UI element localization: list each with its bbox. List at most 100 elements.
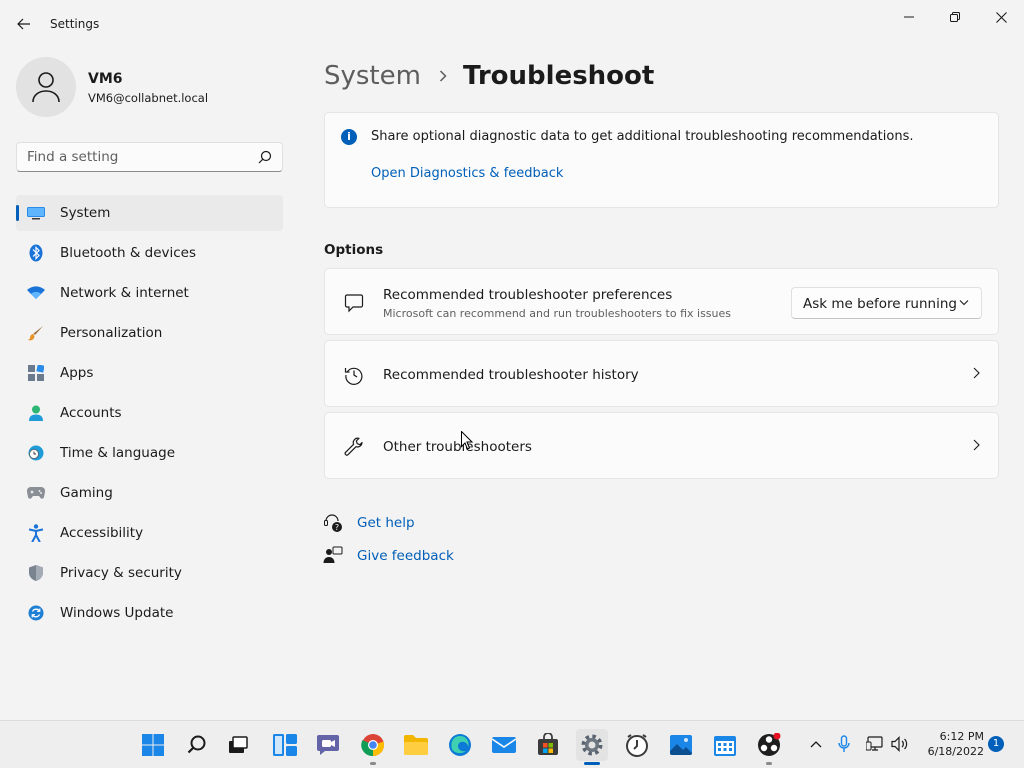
task-view-button[interactable] — [222, 729, 254, 761]
search-input[interactable] — [17, 143, 247, 171]
photos-icon — [670, 735, 692, 755]
info-icon: i — [341, 129, 357, 145]
update-icon — [27, 604, 45, 622]
sidebar-item-gaming[interactable]: Gaming — [16, 475, 283, 511]
chevron-up-icon — [810, 741, 822, 748]
store-icon — [538, 733, 558, 755]
maximize-button[interactable] — [932, 4, 978, 30]
chevron-right-icon — [973, 367, 980, 379]
sidebar-item-bluetooth[interactable]: Bluetooth & devices — [16, 235, 283, 271]
user-icon — [32, 72, 60, 103]
clock-time: 6:12 PM — [939, 730, 984, 743]
monitor-icon — [27, 204, 45, 222]
chrome-icon — [361, 734, 385, 757]
teams-chat-icon — [317, 735, 339, 755]
taskbar — [0, 720, 1024, 768]
clock-app-icon — [626, 734, 648, 757]
sidebar-nav: System Bluetooth & devices Network & int… — [16, 195, 283, 635]
obs-button[interactable] — [753, 729, 785, 765]
row-title: Recommended troubleshooter preferences — [383, 287, 673, 303]
title-bar: Settings — [0, 0, 1024, 48]
teams-chat-button[interactable] — [312, 729, 344, 761]
minimize-icon — [904, 16, 914, 18]
profile-email: VM6@collabnet.local — [88, 91, 209, 105]
sidebar-item-apps[interactable]: Apps — [16, 355, 283, 391]
apps-icon — [27, 364, 45, 382]
mail-button[interactable] — [488, 729, 520, 761]
get-help-link[interactable]: Get help — [357, 515, 415, 531]
give-feedback-link[interactable]: Give feedback — [357, 548, 454, 564]
accessibility-icon — [27, 524, 45, 542]
svg-text:?: ? — [335, 523, 339, 532]
file-explorer-button[interactable] — [400, 729, 432, 761]
close-button[interactable] — [978, 4, 1024, 30]
sidebar-item-privacy[interactable]: Privacy & security — [16, 555, 283, 591]
get-help-icon: ? — [324, 514, 342, 532]
minimize-button[interactable] — [886, 4, 932, 30]
clock-app-button[interactable] — [621, 729, 653, 761]
obs-icon — [758, 733, 781, 756]
chevron-right-icon — [439, 70, 447, 82]
troubleshooter-preferences-row: Recommended troubleshooter preferences M… — [324, 268, 999, 335]
store-button[interactable] — [532, 729, 564, 761]
troubleshooter-history-row[interactable]: Recommended troubleshooter history — [324, 340, 999, 407]
restore-icon — [950, 12, 960, 22]
file-explorer-icon — [404, 735, 428, 755]
sidebar-item-accounts[interactable]: Accounts — [16, 395, 283, 431]
sidebar-item-network[interactable]: Network & internet — [16, 275, 283, 311]
network-icon — [866, 736, 883, 751]
sidebar-item-system[interactable]: System — [16, 195, 283, 231]
shield-icon — [27, 564, 45, 582]
edge-icon — [449, 734, 471, 756]
sidebar-item-label: Bluetooth & devices — [60, 245, 197, 261]
search-icon[interactable] — [258, 150, 272, 164]
volume-icon — [891, 736, 908, 752]
other-troubleshooters-row[interactable]: Other troubleshooters — [324, 412, 999, 479]
search-box[interactable] — [16, 142, 283, 172]
widgets-button[interactable] — [269, 729, 301, 761]
calendar-button[interactable] — [709, 729, 741, 761]
start-icon — [142, 734, 164, 756]
network-button[interactable] — [866, 735, 884, 753]
chrome-button[interactable] — [357, 729, 389, 765]
show-hidden-icons-button[interactable] — [807, 735, 825, 753]
breadcrumb-parent[interactable]: System — [324, 61, 421, 91]
info-text: Share optional diagnostic data to get ad… — [371, 129, 914, 144]
volume-button[interactable] — [891, 735, 909, 753]
microphone-icon — [838, 735, 850, 752]
back-button[interactable] — [12, 14, 36, 34]
avatar[interactable] — [16, 57, 76, 117]
taskbar-search-button[interactable] — [181, 729, 213, 761]
open-diagnostics-link[interactable]: Open Diagnostics & feedback — [371, 166, 563, 181]
taskbar-clock[interactable]: 6:12 PM 6/18/2022 — [918, 729, 984, 759]
diagnostic-info-card: i Share optional diagnostic data to get … — [324, 112, 999, 208]
chevron-right-icon — [973, 439, 980, 451]
accounts-icon — [27, 404, 45, 422]
microphone-button[interactable] — [835, 735, 853, 753]
sidebar-item-time-language[interactable]: Time & language — [16, 435, 283, 471]
notification-badge[interactable]: 1 — [988, 736, 1004, 752]
sidebar-item-personalization[interactable]: Personalization — [16, 315, 283, 351]
wrench-icon — [343, 436, 365, 458]
sidebar-item-windows-update[interactable]: Windows Update — [16, 595, 283, 631]
row-title: Recommended troubleshooter history — [383, 367, 639, 383]
chevron-down-icon — [959, 300, 969, 306]
start-button[interactable] — [137, 729, 169, 761]
sidebar-item-label: Accounts — [60, 405, 122, 421]
troubleshooter-preference-dropdown[interactable]: Ask me before running — [791, 287, 982, 319]
task-view-icon — [229, 736, 248, 753]
app-title: Settings — [50, 17, 100, 31]
sidebar-item-label: Time & language — [60, 445, 176, 461]
widgets-icon — [273, 734, 297, 756]
chat-bubble-icon — [343, 292, 365, 314]
sidebar-item-label: Personalization — [60, 325, 163, 341]
options-heading: Options — [324, 242, 384, 258]
sidebar-item-label: Network & internet — [60, 285, 189, 301]
sidebar-item-label: Privacy & security — [60, 565, 182, 581]
settings-button[interactable] — [576, 729, 608, 765]
running-indicator — [370, 762, 376, 765]
photos-button[interactable] — [665, 729, 697, 761]
edge-button[interactable] — [444, 729, 476, 761]
sidebar-item-accessibility[interactable]: Accessibility — [16, 515, 283, 551]
close-icon — [995, 11, 1007, 23]
